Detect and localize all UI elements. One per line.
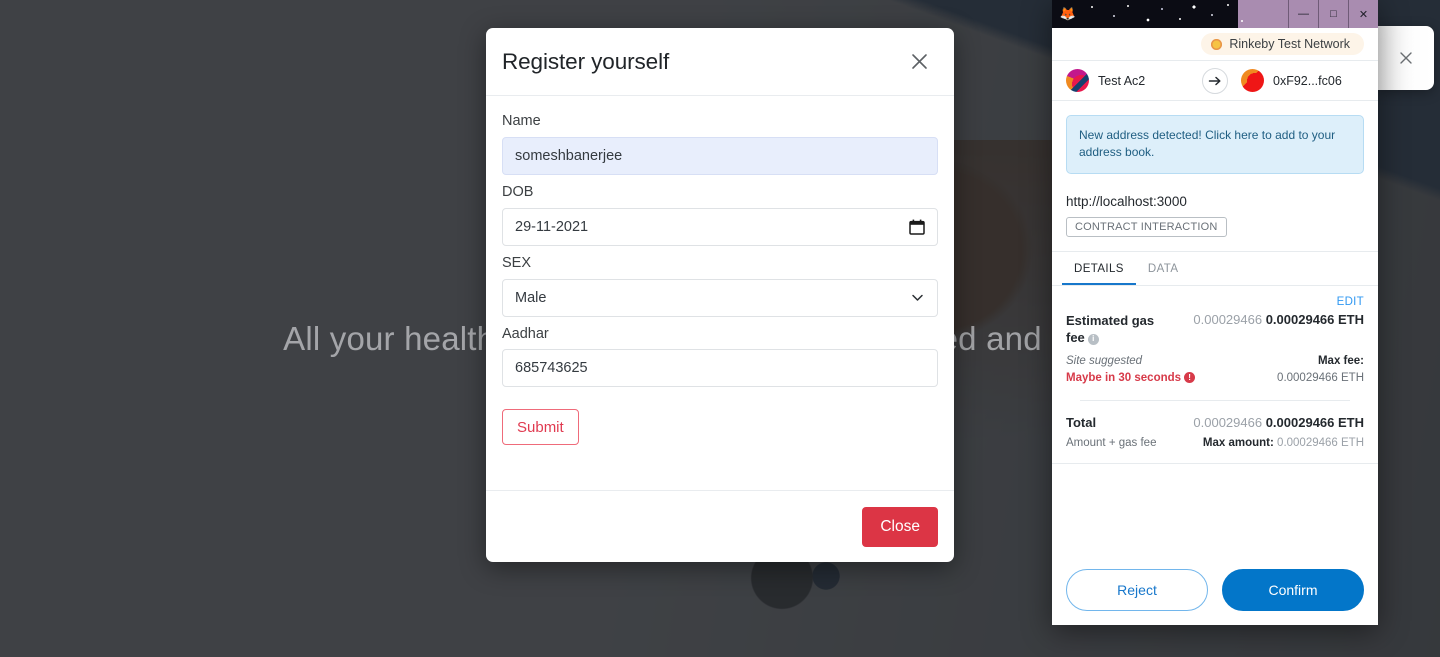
metamask-window: 🦊 — □ ✕ Rinkeby Test Network Test Ac2 0x… — [1052, 0, 1378, 625]
submit-button[interactable]: Submit — [502, 409, 579, 446]
tab-data[interactable]: DATA — [1136, 263, 1191, 285]
aadhar-input[interactable]: 685743625 — [502, 349, 938, 388]
sender-account-name: Test Ac2 — [1098, 73, 1146, 88]
max-amount-value: 0.00029466 ETH — [1277, 436, 1364, 449]
name-input[interactable]: someshbanerjee — [502, 136, 938, 175]
recipient-account[interactable]: 0xF92...fc06 — [1215, 69, 1378, 92]
total-section: Total 0.00029466 0.00029466 ETH Amount +… — [1052, 401, 1378, 464]
total-row: Total 0.00029466 0.00029466 ETH — [1066, 415, 1364, 430]
minimize-button[interactable]: — — [1288, 0, 1318, 28]
sex-select[interactable]: Male — [502, 278, 938, 317]
gas-time-estimate: Maybe in 30 seconds! — [1066, 371, 1196, 384]
field-label-aadhar: Aadhar — [502, 325, 549, 342]
window-close-button[interactable]: ✕ — [1348, 0, 1378, 28]
estimated-gas-eth: 0.00029466 ETH — [1265, 311, 1364, 327]
total-sub-row: Amount + gas fee Max amount: 0.00029466 … — [1066, 437, 1364, 449]
register-modal: Register yourself Name someshbanerjee DO… — [486, 28, 954, 562]
origin-section: http://localhost:3000 CONTRACT INTERACTI… — [1052, 184, 1378, 252]
arrow-right-icon — [1202, 67, 1228, 94]
tab-details[interactable]: DETAILS — [1062, 263, 1136, 285]
modal-header: Register yourself — [486, 28, 954, 96]
origin-url: http://localhost:3000 — [1066, 193, 1187, 209]
total-amounts: 0.00029466 0.00029466 ETH — [1193, 415, 1364, 430]
dob-input[interactable]: 29-11-2021 — [502, 207, 938, 246]
field-label-name: Name — [502, 113, 541, 129]
sender-account[interactable]: Test Ac2 — [1052, 69, 1215, 92]
estimated-gas-fiat: 0.00029466 — [1193, 311, 1263, 327]
chevron-down-icon[interactable] — [910, 290, 925, 305]
field-name: Name someshbanerjee — [502, 112, 938, 175]
register-form: Name someshbanerjee DOB 29-11-2021 SEX M… — [486, 96, 954, 490]
max-fee-value: 0.00029466 ETH — [1277, 371, 1364, 384]
network-dot-icon — [1211, 38, 1223, 50]
field-sex: SEX Male — [502, 254, 938, 317]
reject-button[interactable]: Reject — [1066, 569, 1208, 611]
gas-sub-left: Site suggested Maybe in 30 seconds! — [1066, 354, 1196, 384]
max-amount-label: Max amount: — [1202, 436, 1274, 449]
gas-info-icon[interactable]: i — [1087, 334, 1099, 346]
recipient-avatar — [1241, 69, 1264, 92]
transaction-type-badge: CONTRACT INTERACTION — [1066, 216, 1227, 237]
estimated-gas-amounts: 0.00029466 0.00029466 ETH — [1193, 312, 1364, 327]
gas-time-estimate-text: Maybe in 30 seconds — [1066, 371, 1182, 384]
edit-gas-link[interactable]: EDIT — [1066, 296, 1364, 308]
close-button[interactable]: Close — [862, 506, 938, 547]
aadhar-input-value: 685743625 — [515, 360, 588, 377]
recipient-address: 0xF92...fc06 — [1273, 73, 1342, 88]
max-amount-block: Max amount: 0.00029466 ETH — [1203, 437, 1364, 449]
metamask-fox-icon: 🦊 — [1059, 6, 1077, 21]
titlebar-drag-area[interactable] — [1080, 0, 1288, 28]
site-suggested-label: Site suggested — [1066, 354, 1143, 367]
total-eth: 0.00029466 ETH — [1265, 414, 1364, 430]
metamask-tabs: DETAILS DATA — [1052, 252, 1378, 286]
accounts-row: Test Ac2 0xF92...fc06 — [1052, 60, 1378, 101]
modal-title: Register yourself — [502, 48, 670, 74]
dob-input-value: 29-11-2021 — [515, 218, 589, 235]
side-panel — [1378, 26, 1434, 90]
max-fee-label: Max fee: — [1317, 354, 1364, 367]
total-fiat: 0.00029466 — [1193, 414, 1263, 430]
calendar-icon[interactable] — [909, 219, 925, 235]
network-row: Rinkeby Test Network — [1052, 28, 1378, 60]
new-address-alert[interactable]: New address detected! Click here to add … — [1066, 115, 1364, 174]
gas-sub-row: Site suggested Maybe in 30 seconds! Max … — [1066, 355, 1364, 384]
field-label-sex: SEX — [502, 254, 532, 271]
gas-speed-warning-icon[interactable]: ! — [1184, 371, 1196, 383]
total-label: Total — [1066, 414, 1097, 430]
field-dob: DOB 29-11-2021 — [502, 183, 938, 246]
max-fee-block: Max fee: 0.00029466 ETH — [1277, 355, 1364, 384]
close-icon[interactable] — [906, 49, 932, 75]
metamask-titlebar[interactable]: 🦊 — □ ✕ — [1052, 0, 1378, 28]
maximize-button[interactable]: □ — [1318, 0, 1348, 28]
modal-footer: Close — [486, 490, 954, 562]
confirm-button[interactable]: Confirm — [1222, 569, 1364, 611]
estimated-gas-label: Estimated gas fee i — [1066, 312, 1174, 347]
estimated-gas-row: Estimated gas fee i 0.00029466 0.00029466… — [1066, 312, 1364, 347]
field-aadhar: Aadhar 685743625 — [502, 325, 938, 388]
estimated-gas-label-text: Estimated gas fee — [1066, 312, 1155, 346]
metamask-actions: Reject Confirm — [1052, 555, 1378, 625]
sender-avatar — [1066, 69, 1089, 92]
close-icon[interactable] — [1399, 51, 1413, 65]
name-input-value: someshbanerjee — [515, 147, 623, 164]
network-selector[interactable]: Rinkeby Test Network — [1201, 33, 1364, 55]
sex-select-value: Male — [515, 289, 547, 306]
gas-details: EDIT Estimated gas fee i 0.00029466 0.000… — [1052, 286, 1378, 401]
metamask-content: New address detected! Click here to add … — [1052, 101, 1378, 555]
total-sub-label: Amount + gas fee — [1066, 436, 1157, 449]
field-label-dob: DOB — [502, 183, 534, 200]
network-label: Rinkeby Test Network — [1229, 37, 1350, 51]
